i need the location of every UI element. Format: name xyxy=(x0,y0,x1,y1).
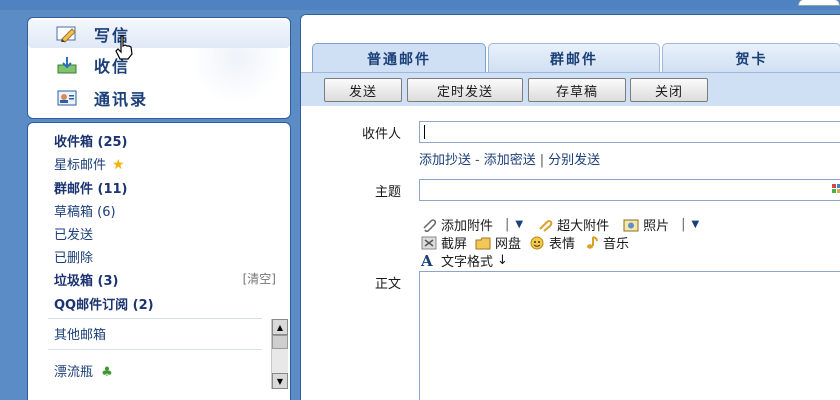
top-strip xyxy=(0,0,840,10)
netdisk-label: 网盘 xyxy=(495,237,522,252)
close-button[interactable]: 关闭 xyxy=(630,78,708,102)
contacts-label: 通讯录 xyxy=(94,90,149,109)
contacts-button[interactable]: 通讯录 xyxy=(28,84,290,112)
inbox-download-icon xyxy=(56,56,78,74)
recipient-links: 添加抄送 - 添加密送 | 分别发送 xyxy=(419,149,600,168)
add-attachment-label: 添加附件 xyxy=(441,219,494,234)
recipient-input[interactable] xyxy=(419,121,840,143)
folder-spam[interactable]: 垃圾箱 (3) xyxy=(54,270,118,289)
subject-input[interactable] xyxy=(419,179,840,201)
scheduled-send-button[interactable]: 定时发送 xyxy=(407,78,523,102)
screenshot-button[interactable]: 截屏 xyxy=(421,233,467,252)
scroll-thumb[interactable] xyxy=(272,335,288,349)
star-icon: ★ xyxy=(112,157,125,173)
folder-icon xyxy=(475,236,491,250)
drift-bottle[interactable]: 漂流瓶 ♣ xyxy=(54,361,113,380)
scissors-icon xyxy=(421,236,437,250)
text-format-icon: A xyxy=(421,251,433,270)
attachment-row-1: 添加附件 | ▼ 超大附件 照片 | ▼ xyxy=(421,215,699,234)
compose-tabs: 普通邮件 群邮件 贺卡 xyxy=(301,15,840,73)
photo-icon xyxy=(623,218,639,232)
compose-panel: 普通邮件 群邮件 贺卡 发送 定时发送 存草稿 关闭 收件人 添加抄送 - 添加密送… xyxy=(300,14,840,400)
link-separator: | xyxy=(539,153,545,168)
tab-group-mail[interactable]: 群邮件 xyxy=(488,43,660,73)
tab-greeting-card[interactable]: 贺卡 xyxy=(662,43,840,73)
folder-deleted[interactable]: 已删除 xyxy=(54,247,93,266)
separator: | xyxy=(505,217,510,232)
folder-divider xyxy=(48,349,262,350)
photo-button[interactable]: 照片 xyxy=(623,215,669,234)
body-label: 正文 xyxy=(374,277,401,292)
separator: | xyxy=(681,217,686,232)
add-attachment-button[interactable]: 添加附件 xyxy=(421,215,493,234)
recipient-label: 收件人 xyxy=(361,127,401,142)
music-note-icon xyxy=(583,235,599,250)
emoticon-label: 表情 xyxy=(549,237,576,252)
save-draft-button[interactable]: 存草稿 xyxy=(528,78,626,102)
action-panel: 写信 收信 通讯录 xyxy=(27,17,291,119)
hand-cursor-icon xyxy=(115,35,133,60)
folder-subscriptions[interactable]: QQ邮件订阅 (2) xyxy=(54,294,154,313)
folder-scrollbar[interactable]: ▲ ▼ xyxy=(271,319,288,389)
top-right-tab xyxy=(798,0,840,6)
drift-bottle-label: 漂流瓶 xyxy=(54,365,94,380)
add-bcc-link[interactable]: 添加密送 xyxy=(484,153,536,168)
folder-divider xyxy=(48,318,262,319)
add-cc-link[interactable]: 添加抄送 xyxy=(419,153,471,168)
netdisk-button[interactable]: 网盘 xyxy=(475,233,521,252)
large-clip-icon xyxy=(537,218,553,232)
left-column: 写信 收信 通讯录 收件箱 (25) 星标邮件 ★ 群邮件 (11) 草稿箱 (… xyxy=(0,10,300,400)
send-button[interactable]: 发送 xyxy=(324,78,402,102)
large-attachment-label: 超大附件 xyxy=(557,219,610,234)
body-editor[interactable] xyxy=(419,271,840,400)
folder-sent[interactable]: 已发送 xyxy=(54,224,93,243)
scroll-up-button[interactable]: ▲ xyxy=(272,319,288,335)
photo-label: 照片 xyxy=(643,219,670,234)
separate-send-link[interactable]: 分别发送 xyxy=(548,153,600,168)
smiley-icon xyxy=(529,236,545,250)
emoticon-button[interactable]: 表情 xyxy=(529,233,575,252)
text-format-arrow: ↓ xyxy=(497,253,508,268)
pencil-icon xyxy=(56,25,78,43)
address-book-icon xyxy=(56,89,78,107)
text-format-button[interactable]: A 文字格式 ↓ xyxy=(421,251,508,270)
folder-starred[interactable]: 星标邮件 ★ xyxy=(54,154,125,173)
large-attachment-button[interactable]: 超大附件 xyxy=(537,215,609,234)
folder-group-mail[interactable]: 群邮件 (11) xyxy=(54,178,128,197)
compose-form: 收件人 添加抄送 - 添加密送 | 分别发送 主题 添加附件 | ▼ 超大附件 … xyxy=(301,106,840,400)
compose-button[interactable]: 写信 xyxy=(28,20,290,48)
tab-normal-mail[interactable]: 普通邮件 xyxy=(312,43,486,73)
text-format-label: 文字格式 xyxy=(441,255,494,270)
other-mailboxes[interactable]: 其他邮箱 xyxy=(54,324,106,343)
folder-drafts[interactable]: 草稿箱 (6) xyxy=(54,201,116,220)
text-format-row: A 文字格式 ↓ xyxy=(421,251,516,270)
compose-toolbar: 发送 定时发送 存草稿 关闭 xyxy=(301,72,840,106)
subject-options-icon[interactable] xyxy=(832,184,840,194)
music-button[interactable]: 音乐 xyxy=(583,233,629,252)
attachment-dropdown-icon[interactable]: ▼ xyxy=(515,219,523,230)
bottle-icon: ♣ xyxy=(101,365,113,380)
receive-button[interactable]: 收信 xyxy=(28,51,290,79)
photo-dropdown-icon[interactable]: ▼ xyxy=(692,219,700,230)
attachment-row-2: 截屏 网盘 表情 音乐 xyxy=(421,233,637,252)
folder-starred-label: 星标邮件 xyxy=(54,158,107,173)
folder-inbox[interactable]: 收件箱 (25) xyxy=(54,131,128,150)
scroll-down-button[interactable]: ▼ xyxy=(272,373,288,389)
paperclip-icon xyxy=(421,218,437,232)
subject-label: 主题 xyxy=(374,185,401,200)
clear-spam-link[interactable]: [清空] xyxy=(243,270,276,287)
screenshot-label: 截屏 xyxy=(441,237,468,252)
link-separator: - xyxy=(475,153,480,168)
music-label: 音乐 xyxy=(603,237,630,252)
folder-panel: 收件箱 (25) 星标邮件 ★ 群邮件 (11) 草稿箱 (6) 已发送 已删除 … xyxy=(27,122,291,400)
